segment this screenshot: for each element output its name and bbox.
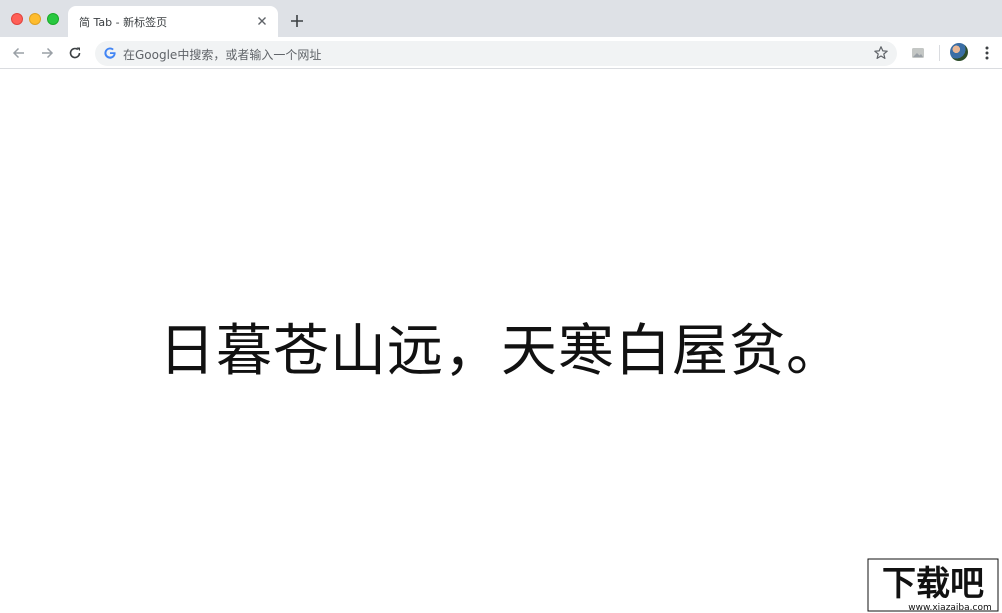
forward-icon[interactable] [38, 44, 56, 62]
svg-text:www.xiazaiba.com: www.xiazaiba.com [908, 603, 992, 613]
page-content: 日暮苍山远，天寒白屋贫。 [0, 70, 1002, 613]
tab-active[interactable]: 简 Tab - 新标签页 [68, 6, 278, 37]
profile-avatar[interactable] [950, 43, 968, 61]
close-icon[interactable] [254, 13, 270, 29]
back-icon[interactable] [10, 44, 28, 62]
tab-title: 简 Tab - 新标签页 [79, 16, 168, 29]
address-bar[interactable]: 在Google中搜索，或者输入一个网址 [95, 41, 897, 66]
bookmark-star-icon[interactable] [873, 45, 889, 61]
minimize-window-button[interactable] [29, 13, 41, 25]
close-window-button[interactable] [11, 13, 23, 25]
svg-text:下载吧: 下载吧 [882, 564, 984, 604]
toolbar-divider [939, 45, 940, 61]
tab-strip: 简 Tab - 新标签页 [0, 0, 1002, 37]
new-tab-icon[interactable] [288, 12, 306, 30]
more-menu-icon[interactable] [979, 44, 995, 62]
poem-text: 日暮苍山远，天寒白屋贫。 [159, 319, 843, 384]
extension-icon[interactable] [910, 45, 926, 61]
zoom-window-button[interactable] [47, 13, 59, 25]
reload-icon[interactable] [66, 44, 84, 62]
google-icon [104, 47, 116, 59]
search-input[interactable]: 在Google中搜索，或者输入一个网址 [123, 46, 321, 63]
watermark-logo: 下载吧 www.xiazaiba.com [866, 557, 1000, 613]
toolbar: 在Google中搜索，或者输入一个网址 [0, 37, 1002, 69]
